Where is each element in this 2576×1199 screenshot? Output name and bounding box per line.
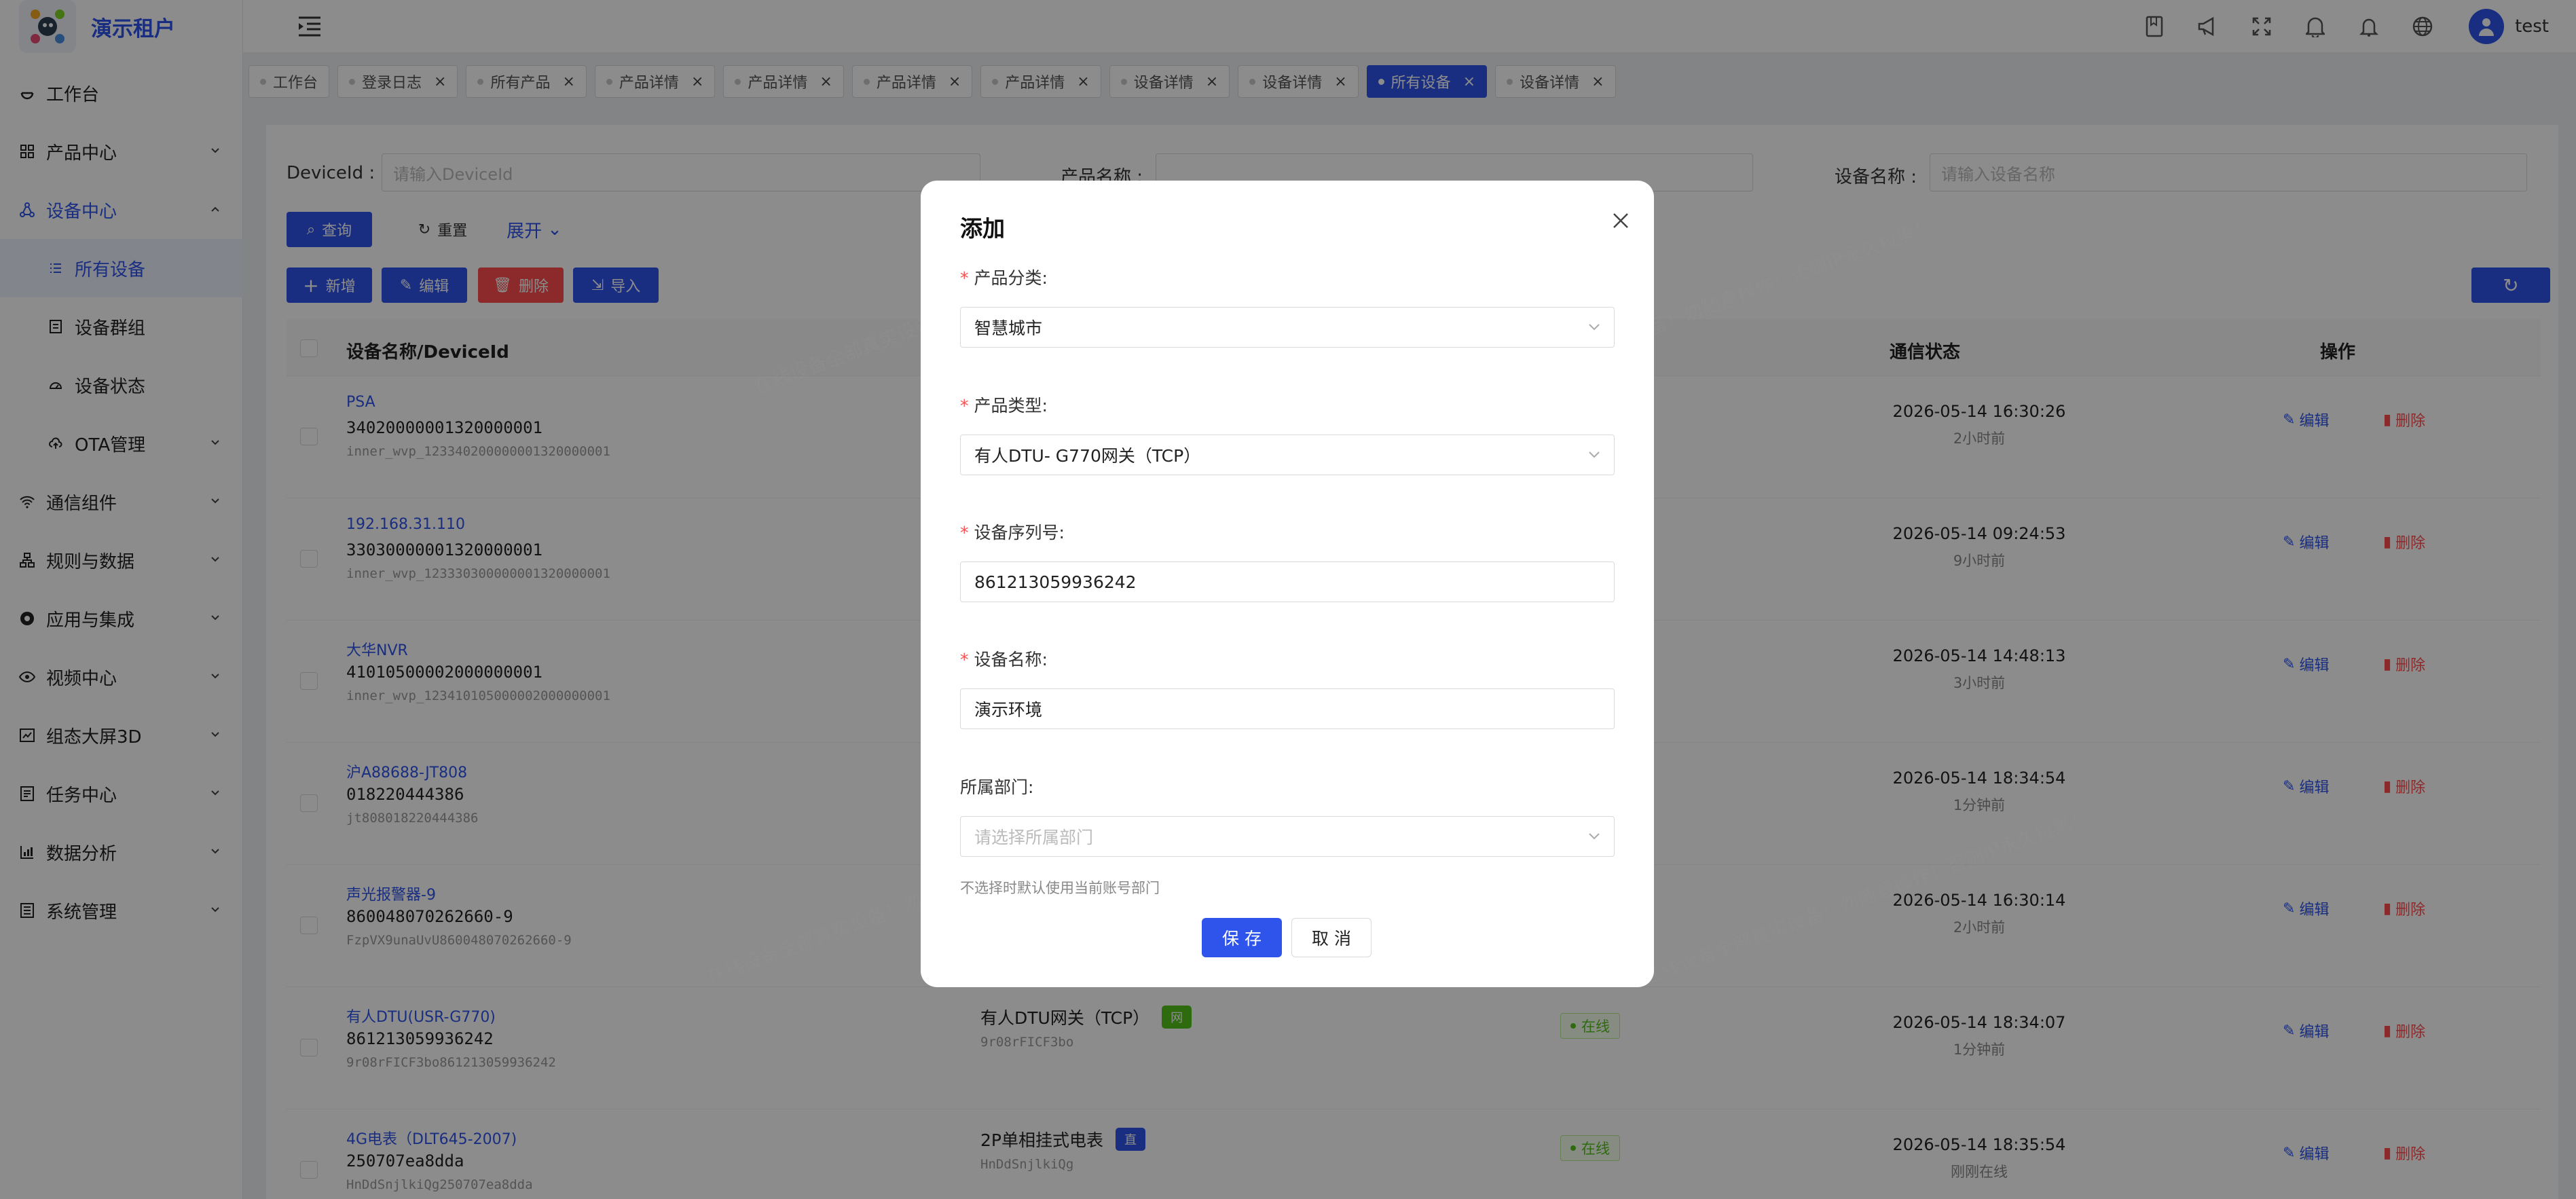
required-mark: * [960, 523, 969, 542]
serial-label: * 设备序列号: [960, 519, 1065, 544]
type-label-text: 产品类型: [974, 396, 1048, 416]
chevron-down-icon [1588, 322, 1600, 332]
cancel-button[interactable]: 取 消 [1291, 918, 1372, 957]
name-label: * 设备名称: [960, 646, 1048, 671]
serial-value: 861213059936242 [974, 572, 1137, 592]
save-button[interactable]: 保 存 [1202, 918, 1282, 957]
chevron-down-icon [1588, 450, 1600, 460]
product-type-select[interactable]: 有人DTU- G770网关（TCP） [960, 435, 1615, 475]
category-select[interactable]: 智慧城市 [960, 307, 1615, 348]
dept-hint: 不选择时默认使用当前账号部门 [960, 880, 1160, 896]
device-name-field[interactable]: 演示环境 [960, 688, 1615, 729]
dept-placeholder: 请选择所属部门 [974, 828, 1094, 847]
category-label-text: 产品分类: [974, 268, 1048, 288]
add-device-modal: 添加 * 产品分类: 智慧城市 * 产品类型: 有人DTU- G770网关（TCP）… [921, 181, 1654, 987]
name-label-text: 设备名称: [974, 650, 1048, 669]
modal-title: 添加 [960, 215, 1005, 242]
dept-label: 所属部门: [960, 777, 1034, 797]
type-label: * 产品类型: [960, 392, 1048, 417]
product-type-value: 有人DTU- G770网关（TCP） [974, 446, 1201, 466]
serial-label-text: 设备序列号: [974, 523, 1065, 542]
required-mark: * [960, 268, 969, 288]
device-name-value: 演示环境 [974, 700, 1043, 720]
close-icon[interactable] [1612, 212, 1630, 229]
required-mark: * [960, 650, 969, 669]
chevron-down-icon [1588, 832, 1600, 841]
serial-input[interactable]: 861213059936242 [960, 561, 1615, 602]
dept-select[interactable]: 请选择所属部门 [960, 816, 1615, 857]
required-mark: * [960, 396, 969, 416]
category-value: 智慧城市 [974, 318, 1043, 338]
category-label: * 产品分类: [960, 265, 1048, 289]
